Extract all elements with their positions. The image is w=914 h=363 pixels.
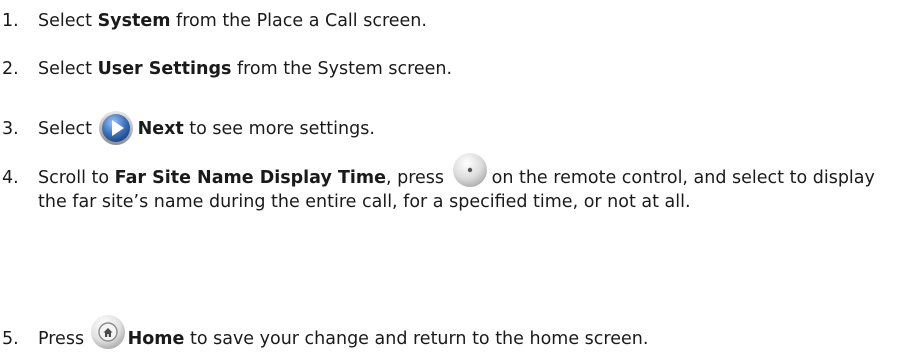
- bold-term: Next: [137, 119, 184, 139]
- step-2: 2. Select User Settings from the System …: [0, 57, 908, 81]
- step-3: 3. Select Next to see more settings.: [0, 111, 908, 145]
- bold-term: Home: [127, 329, 185, 349]
- step-text: Scroll to Far Site Name Display Time, pr…: [38, 153, 908, 214]
- bold-term: System: [97, 11, 171, 31]
- step-5: 5. Press Home to save your change and re…: [0, 315, 908, 351]
- step-number: 2.: [2, 59, 19, 79]
- step-1: 1. Select System from the Place a Call s…: [0, 9, 908, 33]
- bold-term: Far Site Name Display Time: [114, 168, 386, 188]
- step-4: 4. Scroll to Far Site Name Display Time,…: [0, 153, 908, 214]
- step-number: 4.: [2, 168, 19, 188]
- step-number: 1.: [2, 11, 19, 31]
- step-text: Press Home to save your change and retur…: [38, 315, 908, 351]
- step-text: Select System from the Place a Call scre…: [38, 11, 427, 31]
- bold-term: User Settings: [97, 59, 232, 79]
- step-text: Select Next to see more settings.: [38, 111, 908, 145]
- instruction-steps: 1. Select System from the Place a Call s…: [0, 0, 914, 363]
- step-text: Select User Settings from the System scr…: [38, 59, 453, 79]
- home-button-icon: [90, 314, 126, 350]
- next-arrow-icon: [98, 110, 134, 146]
- select-button-icon: [452, 152, 488, 188]
- step-number: 3.: [2, 119, 19, 139]
- step-number: 5.: [2, 329, 19, 349]
